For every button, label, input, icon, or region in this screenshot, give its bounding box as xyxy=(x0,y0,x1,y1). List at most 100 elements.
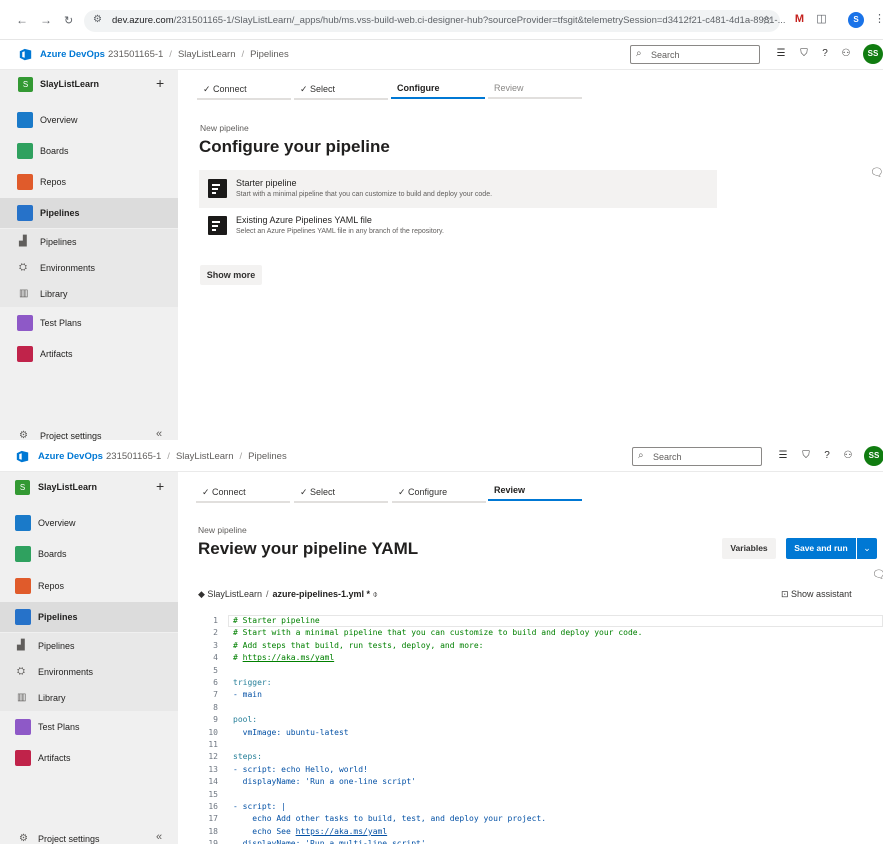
sidebar-item-test-plans[interactable]: Test Plans xyxy=(0,712,178,742)
sidebar-item-artifacts[interactable]: Artifacts xyxy=(0,339,178,369)
search-placeholder: Search xyxy=(651,50,680,60)
breadcrumb-section[interactable]: Pipelines xyxy=(248,451,287,462)
sidebar-item-repos[interactable]: Repos xyxy=(0,167,178,197)
code-text: trigger: xyxy=(233,678,272,687)
brand-link[interactable]: Azure DevOps xyxy=(38,451,103,462)
tab-label: Review xyxy=(494,83,524,93)
breadcrumb-project[interactable]: SlayListLearn xyxy=(176,451,234,462)
code-text: # Start with a minimal pipeline that you… xyxy=(233,628,643,638)
marketplace-bag-icon[interactable]: ⛉ xyxy=(800,450,812,461)
sidebar-item-boards[interactable]: Boards xyxy=(0,539,178,569)
extensions-puzzle-icon[interactable]: ◫ xyxy=(814,12,829,27)
project-header[interactable]: S SlayListLearn + xyxy=(0,475,178,501)
azure-devops-logo-icon[interactable] xyxy=(16,450,29,463)
sidebar-item-overview[interactable]: Overview xyxy=(0,508,178,538)
sidebar-item-boards[interactable]: Boards xyxy=(0,136,178,166)
tab-select[interactable]: ✓ Select xyxy=(294,483,388,503)
sidebar-subitem-pipelines[interactable]: ▟ Pipelines xyxy=(0,229,178,255)
reload-icon[interactable]: ↻ xyxy=(64,14,73,27)
breadcrumb-project[interactable]: SlayListLearn xyxy=(178,49,236,60)
code-link[interactable]: https://aka.ms/yaml xyxy=(243,653,335,662)
breadcrumb-org[interactable]: 231501165-1 xyxy=(106,451,161,462)
sidebar-subitem-library[interactable]: ▥ Library xyxy=(0,281,178,307)
browser-profile-icon[interactable]: S xyxy=(848,12,864,28)
yaml-editor[interactable]: 1 # Starter pipeline 2 # Start with a minim… xyxy=(198,612,883,844)
marketplace-bag-icon[interactable]: ⛉ xyxy=(798,48,810,59)
sidebar-subitem-pipelines[interactable]: ▟ Pipelines xyxy=(0,633,178,659)
breadcrumb-section[interactable]: Pipelines xyxy=(250,49,289,60)
user-settings-icon[interactable]: ⚇ xyxy=(842,450,854,461)
option-existing-yaml[interactable]: Existing Azure Pipelines YAML file Selec… xyxy=(199,207,717,245)
sidebar-subitem-environments[interactable]: ⛭ Environments xyxy=(0,255,178,281)
tab-configure[interactable]: Configure xyxy=(391,79,485,99)
variables-button[interactable]: Variables xyxy=(722,538,776,559)
bookmark-star-icon[interactable]: ☆ xyxy=(761,13,772,27)
sidebar-item-overview[interactable]: Overview xyxy=(0,105,178,135)
sidebar-subitem-environments[interactable]: ⛭ Environments xyxy=(0,659,178,685)
sidebar-item-artifacts[interactable]: Artifacts xyxy=(0,743,178,773)
save-and-run-button[interactable]: Save and run xyxy=(786,538,856,559)
pipelines-icon xyxy=(17,205,33,221)
site-info-icon[interactable]: ⚙ xyxy=(93,14,102,25)
project-settings[interactable]: ⚙ Project settings « xyxy=(0,829,178,844)
environments-icon: ⛭ xyxy=(19,262,27,273)
tab-review[interactable]: Review xyxy=(488,481,582,501)
breadcrumb: 231501165-1/SlayListLearn / Pipelines xyxy=(106,451,287,462)
feedback-icon[interactable]: 🗨 xyxy=(870,166,883,179)
sidebar-subitem-library[interactable]: ▥ Library xyxy=(0,685,178,711)
tab-review[interactable]: Review xyxy=(488,79,582,99)
avatar[interactable]: SS xyxy=(864,446,883,466)
back-icon[interactable]: ← xyxy=(16,13,28,27)
avatar[interactable]: SS xyxy=(863,44,883,64)
project-header[interactable]: S SlayListLearn + xyxy=(0,72,178,98)
sidebar-item-pipelines[interactable]: Pipelines xyxy=(0,602,178,632)
sidebar-item-test-plans[interactable]: Test Plans xyxy=(0,308,178,338)
collapse-sidebar-icon[interactable]: « xyxy=(156,428,162,440)
tab-select[interactable]: ✓ Select xyxy=(294,80,388,100)
tab-configure[interactable]: ✓ Configure xyxy=(392,483,486,503)
current-line-highlight xyxy=(228,615,883,627)
code-link[interactable]: https://aka.ms/yaml xyxy=(296,827,388,836)
sidebar-item-label: Overview xyxy=(40,115,78,125)
line-number: 16 xyxy=(208,802,218,811)
collapse-sidebar-icon[interactable]: « xyxy=(156,831,162,843)
sidebar-item-pipelines[interactable]: Pipelines xyxy=(0,198,178,228)
option-starter-pipeline[interactable]: Starter pipeline Start with a minimal pi… xyxy=(199,170,717,208)
code-text: # Starter pipeline xyxy=(233,616,320,625)
user-settings-icon[interactable]: ⚇ xyxy=(840,48,852,59)
breadcrumb-org[interactable]: 231501165-1 xyxy=(108,49,163,60)
sidebar-item-repos[interactable]: Repos xyxy=(0,571,178,601)
browser-menu-icon[interactable]: ⋮ xyxy=(872,12,883,27)
check-icon: ✓ xyxy=(300,84,311,94)
tab-connect[interactable]: ✓ Connect xyxy=(197,80,291,100)
overview-icon xyxy=(17,112,33,128)
chevron-down-icon[interactable]: ⌄ xyxy=(857,538,877,559)
address-bar[interactable]: ⚙ dev.azure.com/231501165-1/SlayListLear… xyxy=(84,10,786,32)
extension-icon[interactable]: M xyxy=(792,12,807,27)
forward-icon[interactable]: → xyxy=(40,13,52,27)
project-badge: S xyxy=(18,77,33,92)
task-list-icon[interactable]: ☰ xyxy=(775,48,787,59)
brand-link[interactable]: Azure DevOps xyxy=(40,49,105,60)
add-icon[interactable]: + xyxy=(156,478,164,494)
task-list-icon[interactable]: ☰ xyxy=(777,450,789,461)
tab-connect[interactable]: ✓ Connect xyxy=(196,483,290,503)
overview-icon xyxy=(15,515,31,531)
help-icon[interactable]: ? xyxy=(821,450,833,461)
file-name[interactable]: azure-pipelines-1.yml * xyxy=(272,589,370,599)
boards-icon xyxy=(15,546,31,562)
add-icon[interactable]: + xyxy=(156,75,164,91)
project-name: SlayListLearn xyxy=(38,482,98,492)
line-number: 1 xyxy=(213,616,218,625)
help-icon[interactable]: ? xyxy=(819,48,831,59)
rename-icon[interactable]: ⌽ xyxy=(370,589,378,599)
search-input[interactable]: ⌕ Search xyxy=(632,447,762,466)
sidebar-item-label: Test Plans xyxy=(38,722,80,732)
show-more-button[interactable]: Show more xyxy=(200,265,262,285)
show-assistant-button[interactable]: ⊡ Show assistant xyxy=(781,589,852,600)
search-input[interactable]: ⌕ Search xyxy=(630,45,760,64)
code-text: # https://aka.ms/yaml xyxy=(233,653,335,663)
repo-link[interactable]: SlayListLearn xyxy=(207,589,262,599)
azure-devops-logo-icon[interactable] xyxy=(19,48,32,61)
feedback-icon[interactable]: 🗨 xyxy=(872,568,883,581)
